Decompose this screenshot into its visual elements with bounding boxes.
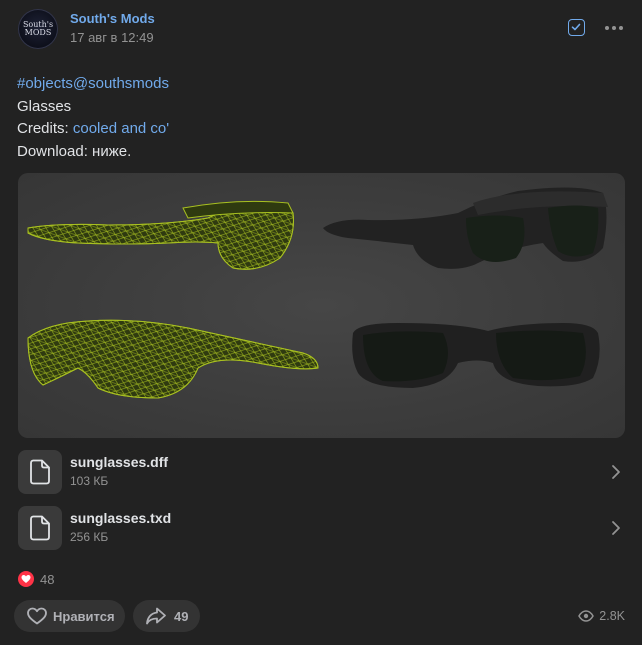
like-button[interactable]: Нравится	[14, 600, 125, 632]
sunglasses-render-image	[27, 187, 608, 399]
attachment-file[interactable]: sunglasses.dff 103 КБ	[18, 450, 625, 494]
wireframe-side-view	[27, 200, 294, 270]
post-text-line: Download: ниже.	[17, 142, 132, 160]
document-icon	[18, 506, 62, 550]
post-text: #objects@southsmods Glasses Credits: coo…	[17, 73, 169, 163]
chevron-right-icon	[612, 465, 620, 479]
share-button[interactable]: 49	[133, 600, 200, 632]
hashtag-link[interactable]: #objects@southsmods	[17, 75, 169, 92]
shaded-front-view	[352, 323, 600, 388]
post-photo[interactable]	[18, 173, 625, 438]
wireframe-front-view	[27, 319, 319, 399]
document-icon	[18, 450, 62, 494]
file-name: sunglasses.txd	[70, 510, 172, 526]
share-arrow-icon	[146, 607, 166, 625]
views-count: 2.8K	[599, 609, 625, 623]
file-size: 103 КБ	[70, 474, 109, 488]
credits-link[interactable]: cooled and co'	[73, 120, 169, 137]
author-name[interactable]: South's Mods	[70, 11, 155, 26]
like-label: Нравится	[53, 608, 115, 624]
credits-label: Credits:	[17, 120, 73, 137]
post-header: South's MODS South's Mods 17 авг в 12:49	[18, 9, 628, 49]
file-name: sunglasses.dff	[70, 454, 169, 470]
avatar[interactable]: South's MODS	[18, 9, 58, 49]
shaded-side-view	[323, 187, 608, 269]
likes-count: 48	[40, 572, 55, 587]
post-date[interactable]: 17 авг в 12:49	[70, 30, 154, 45]
share-count: 49	[174, 608, 189, 624]
avatar-logo-text: South's MODS	[22, 20, 54, 37]
file-size: 256 КБ	[70, 530, 109, 544]
heart-outline-icon	[27, 607, 47, 625]
chevron-right-icon	[612, 521, 620, 535]
checkmark-icon	[571, 23, 581, 31]
more-options-button[interactable]	[604, 18, 624, 38]
views-counter: 2.8K	[578, 609, 625, 623]
eye-icon	[578, 610, 595, 622]
attachment-file[interactable]: sunglasses.txd 256 КБ	[18, 506, 625, 550]
post-text-line: Glasses	[17, 97, 72, 115]
heart-icon	[18, 571, 34, 587]
subscribe-check-button[interactable]	[568, 19, 585, 36]
more-dots-icon	[605, 26, 623, 30]
